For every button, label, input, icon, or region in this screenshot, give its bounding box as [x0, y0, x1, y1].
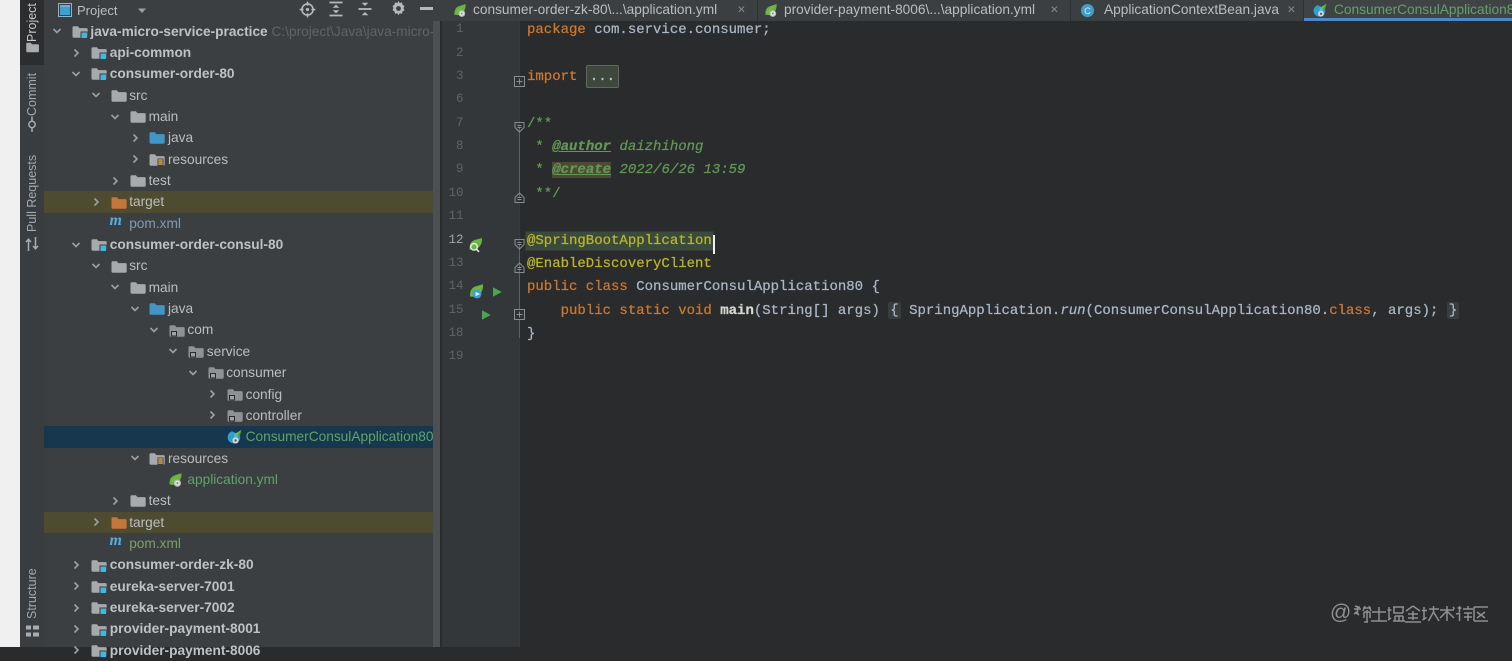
- svg-text:C: C: [1084, 6, 1091, 16]
